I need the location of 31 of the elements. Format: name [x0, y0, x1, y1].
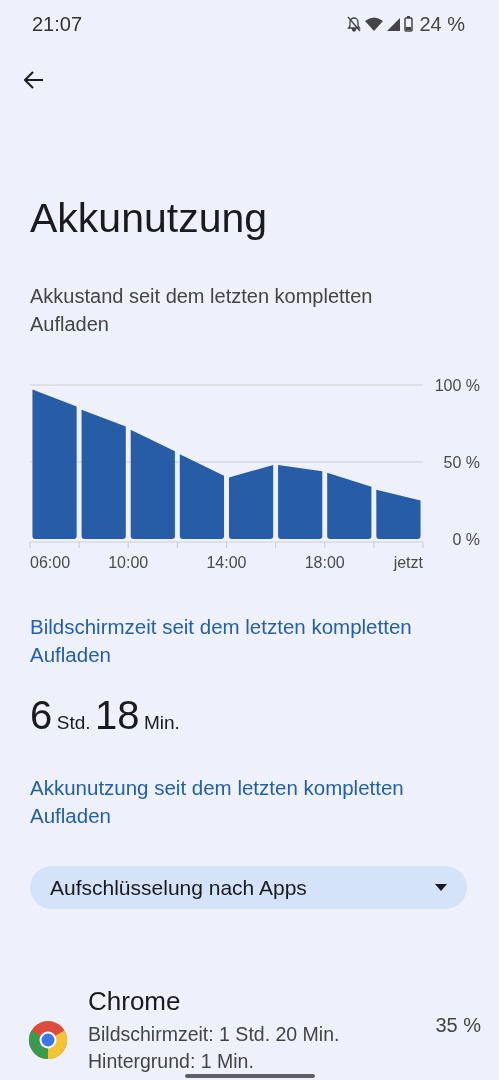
bell-off-icon [347, 16, 362, 32]
x-axis-label: 06:00 [30, 554, 71, 571]
section-heading: Bildschirmzeit seit dem letzten kompletten Aufladen [30, 614, 413, 668]
app-screen-time: Bildschirmzeit: 1 Std. 20 Min. [88, 1022, 341, 1047]
battery-icon [404, 16, 414, 32]
chart-area-segment [376, 489, 421, 539]
breakdown-dropdown[interactable]: Aufschlüsselung nach Apps [30, 866, 467, 909]
y-axis-label: 0 % [452, 531, 480, 548]
signal-icon [387, 17, 401, 31]
x-axis-label: 18:00 [304, 554, 345, 571]
app-usage-percent: 35 % [435, 1013, 481, 1037]
back-arrow-icon [24, 71, 44, 89]
app-logo-icon [28, 1020, 68, 1060]
section-heading: Akkunutzung seit dem letzten kompletten Aufladen [30, 775, 405, 829]
app-background-time: Hintergrund: 1 Min. [88, 1049, 255, 1074]
y-axis-label: 100 % [434, 377, 480, 394]
y-axis-label: 50 % [443, 454, 480, 471]
x-axis-label: 14:00 [206, 554, 247, 571]
battery-percent: 24 % [419, 12, 465, 36]
page-title: Akkunutzung [30, 195, 269, 242]
chart-subtitle: Akkustand seit dem letzten kompletten Aufladen [30, 284, 374, 337]
app-row[interactable]: Chrome Bildschirmzeit: 1 Std. 20 Min. Hintergrund: 1 Min. 35 % [0, 981, 499, 1075]
status-time: 21:07 [32, 12, 83, 36]
chart-area-segment [327, 472, 372, 539]
caret-icon [435, 884, 447, 891]
navigation-handle[interactable] [185, 1074, 315, 1078]
screen-time-value: 6 Std.18 Min. [30, 693, 181, 738]
app-name: Chrome [88, 985, 182, 1018]
x-axis-label: 10:00 [108, 554, 149, 571]
wifi-icon [365, 17, 384, 31]
x-axis-label: jetzt [393, 554, 423, 571]
